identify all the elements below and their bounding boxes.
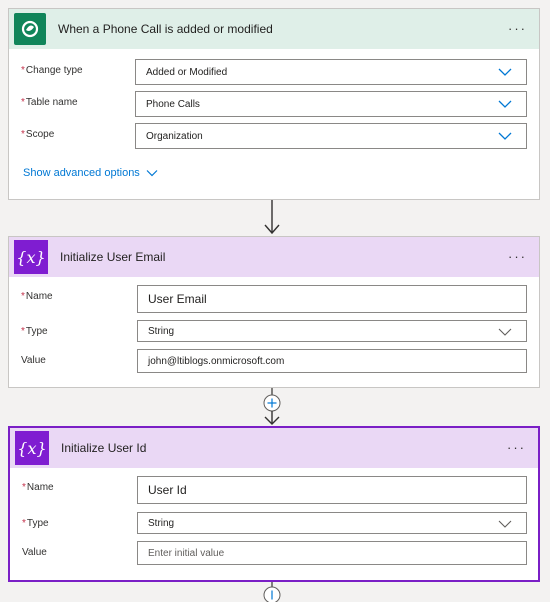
dropdown-value: String xyxy=(148,325,175,337)
field-row: *Name User Email xyxy=(9,285,539,313)
input-value: User Email xyxy=(148,292,207,306)
field-row: *Change type Added or Modified xyxy=(9,59,539,85)
show-advanced-label: Show advanced options xyxy=(23,167,140,179)
dropdown-value: String xyxy=(148,517,175,529)
field-label: *Name xyxy=(21,291,53,302)
chevron-down-icon xyxy=(498,100,512,108)
field-row: *Type String xyxy=(9,320,539,346)
value-input[interactable]: Enter initial value xyxy=(137,541,527,565)
field-label: *Scope xyxy=(21,129,55,140)
field-label: *Type xyxy=(22,518,49,529)
card-title: Initialize User Email xyxy=(60,250,166,264)
variable-card-header[interactable]: {x} Initialize User Email ··· xyxy=(9,237,539,277)
add-step-connector[interactable] xyxy=(260,582,284,602)
card-title: When a Phone Call is added or modified xyxy=(58,22,273,36)
input-value: john@ltiblogs.onmicrosoft.com xyxy=(148,355,285,367)
chevron-down-icon xyxy=(498,132,512,140)
chevron-down-icon xyxy=(498,68,512,76)
more-options-button[interactable]: ··· xyxy=(508,21,527,36)
field-row: *Scope Organization xyxy=(9,123,539,149)
chevron-down-icon xyxy=(498,328,512,336)
chevron-down-icon xyxy=(146,170,158,177)
scope-dropdown[interactable]: Organization xyxy=(135,123,527,149)
variable-icon: {x} xyxy=(15,431,49,465)
value-input[interactable]: john@ltiblogs.onmicrosoft.com xyxy=(137,349,527,373)
trigger-card-header[interactable]: When a Phone Call is added or modified ·… xyxy=(9,9,539,49)
field-row: *Name User Id xyxy=(10,476,538,504)
show-advanced-options-link[interactable]: Show advanced options xyxy=(23,167,158,179)
chevron-down-icon xyxy=(498,520,512,528)
field-label: Value xyxy=(22,547,47,558)
more-options-button[interactable]: ··· xyxy=(508,249,527,264)
connector-arrow xyxy=(264,200,280,235)
field-row: Value Enter initial value xyxy=(10,541,538,567)
name-input[interactable]: User Id xyxy=(137,476,527,504)
field-label: *Table name xyxy=(21,97,78,108)
field-row: *Type String xyxy=(10,512,538,538)
dropdown-value: Organization xyxy=(146,130,203,142)
name-input[interactable]: User Email xyxy=(137,285,527,313)
add-step-connector[interactable] xyxy=(260,388,284,428)
type-dropdown[interactable]: String xyxy=(137,320,527,342)
field-label: *Type xyxy=(21,326,48,337)
card-title: Initialize User Id xyxy=(61,441,147,455)
dropdown-value: Phone Calls xyxy=(146,98,200,110)
initialize-user-id-card[interactable]: {x} Initialize User Id ··· *Name User Id… xyxy=(8,426,540,582)
input-value: User Id xyxy=(148,483,187,497)
field-label: *Change type xyxy=(21,65,83,76)
type-dropdown[interactable]: String xyxy=(137,512,527,534)
trigger-card[interactable]: When a Phone Call is added or modified ·… xyxy=(8,8,540,200)
variable-card-header[interactable]: {x} Initialize User Id ··· xyxy=(10,428,538,468)
initialize-user-email-card[interactable]: {x} Initialize User Email ··· *Name User… xyxy=(8,236,540,388)
field-row: *Table name Phone Calls xyxy=(9,91,539,117)
more-options-button[interactable]: ··· xyxy=(507,440,526,455)
field-label: *Name xyxy=(22,482,54,493)
input-placeholder: Enter initial value xyxy=(148,547,225,559)
field-row: Value john@ltiblogs.onmicrosoft.com xyxy=(9,349,539,375)
table-name-dropdown[interactable]: Phone Calls xyxy=(135,91,527,117)
variable-icon: {x} xyxy=(14,240,48,274)
change-type-dropdown[interactable]: Added or Modified xyxy=(135,59,527,85)
dropdown-value: Added or Modified xyxy=(146,66,228,78)
dataverse-icon xyxy=(14,13,46,45)
field-label: Value xyxy=(21,355,46,366)
